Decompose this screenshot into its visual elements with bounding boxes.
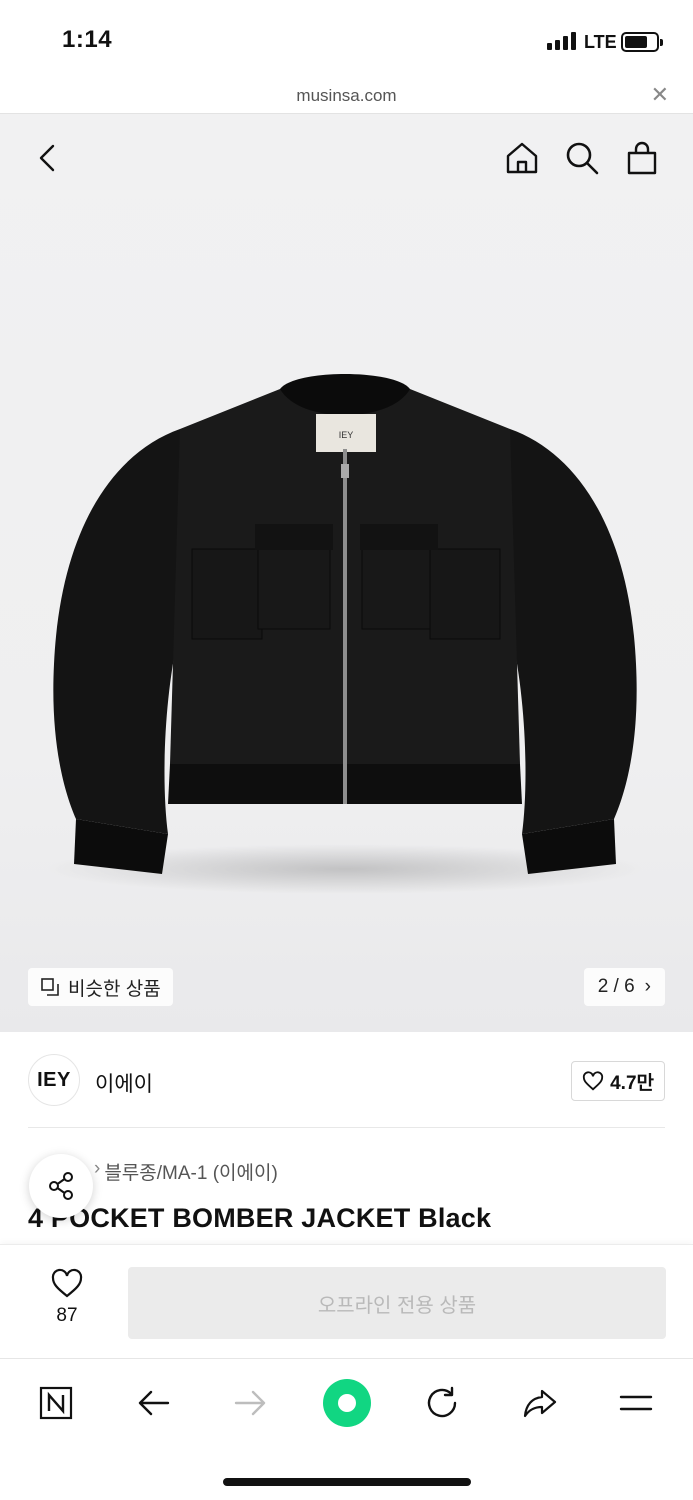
- brand-row[interactable]: IEY 이에이 4.7만: [0, 1032, 693, 1128]
- status-time: 1:14: [62, 26, 113, 53]
- divider: [28, 1127, 665, 1128]
- brand-name[interactable]: 이에이: [95, 1068, 153, 1098]
- menu-icon[interactable]: [614, 1381, 658, 1425]
- home-indicator: [223, 1478, 471, 1486]
- back-arrow-icon[interactable]: [132, 1381, 176, 1425]
- url-bar[interactable]: musinsa.com ✕: [0, 80, 693, 114]
- similar-products-button[interactable]: 비슷한 상품: [28, 968, 173, 1006]
- naver-n-icon[interactable]: [34, 1381, 78, 1425]
- heart-icon: [51, 1268, 83, 1298]
- url-text[interactable]: musinsa.com: [0, 86, 693, 106]
- share-icon: [49, 1172, 73, 1200]
- forward-arrow-icon[interactable]: [228, 1381, 272, 1425]
- similar-label: 비슷한 상품: [68, 978, 161, 1000]
- share-arrow-icon[interactable]: [518, 1381, 562, 1425]
- product-gallery[interactable]: IEY 비슷한 상품 2 / 6 ›: [0, 114, 693, 1032]
- brand-logo[interactable]: IEY: [28, 1054, 80, 1106]
- home-icon[interactable]: [502, 138, 542, 178]
- gallery-counter[interactable]: 2 / 6 ›: [583, 968, 665, 1006]
- close-icon[interactable]: ✕: [651, 84, 669, 106]
- chevron-right-icon: ›: [94, 1158, 101, 1179]
- browser-toolbar: [0, 1358, 693, 1448]
- signal-icon: [547, 32, 576, 50]
- offline-only-button[interactable]: 오프라인 전용 상품: [128, 1267, 666, 1339]
- product-title: 4 POCKET BOMBER JACKET Black: [28, 1203, 492, 1233]
- wishlist-count: 87: [56, 1305, 78, 1326]
- purchase-bar: 87 오프라인 전용 상품: [0, 1244, 693, 1358]
- status-bar: 1:14 LTE: [0, 0, 693, 80]
- breadcrumb-category[interactable]: 블루종/MA-1 (이에이): [104, 1158, 278, 1185]
- green-dot-icon[interactable]: [322, 1378, 372, 1428]
- wishlist-button[interactable]: 87: [36, 1267, 98, 1327]
- heart-icon: [583, 1071, 604, 1091]
- refresh-icon[interactable]: [420, 1381, 464, 1425]
- gallery-counter-text: 2 / 6: [597, 976, 635, 997]
- back-icon[interactable]: [28, 138, 68, 178]
- chevron-right-icon: ›: [644, 976, 651, 997]
- share-button[interactable]: [29, 1154, 93, 1218]
- battery-icon: [621, 32, 663, 52]
- brand-like-button[interactable]: 4.7만: [571, 1061, 665, 1101]
- bag-icon[interactable]: [622, 138, 662, 178]
- similar-icon: [41, 978, 59, 996]
- jacket-label: IEY: [339, 430, 354, 440]
- jacket-image: IEY: [45, 374, 645, 894]
- network-label: LTE: [584, 32, 617, 52]
- brand-like-count: 4.7만: [610, 1072, 654, 1094]
- search-icon[interactable]: [562, 138, 602, 178]
